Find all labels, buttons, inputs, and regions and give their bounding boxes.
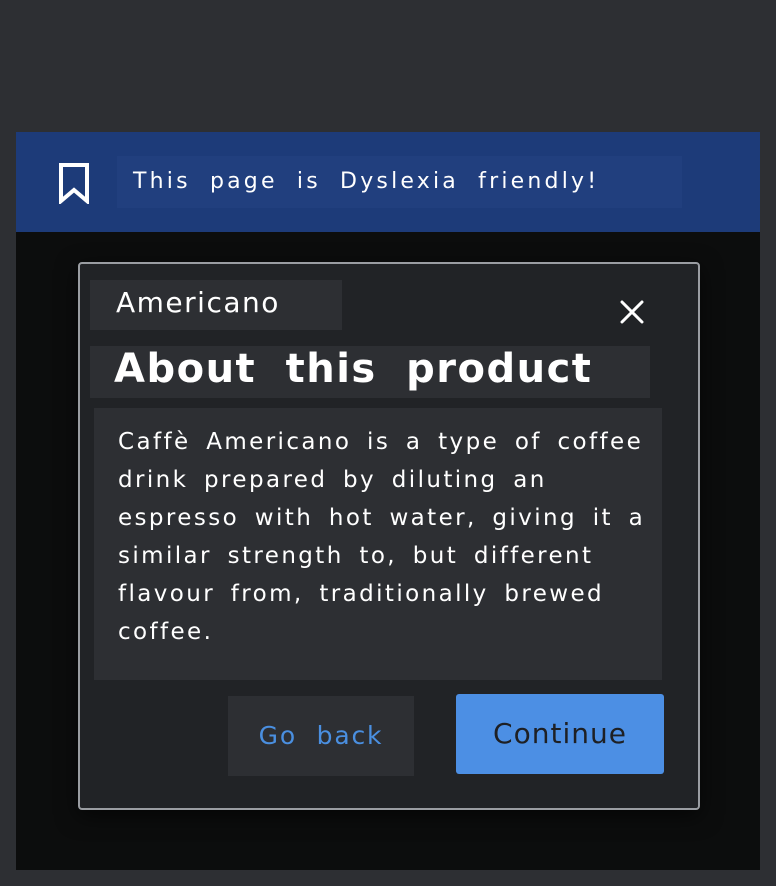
go-back-button[interactable]: Go back [228,696,414,776]
banner-message: This page is Dyslexia friendly! [117,156,682,208]
product-dialog: Americano About this product Caffè Ameri… [78,262,700,810]
continue-button[interactable]: Continue [456,694,664,774]
dialog-title: About this product [90,346,650,398]
bookmark-icon[interactable] [56,162,92,204]
page-frame: This page is Dyslexia friendly! American… [16,132,760,870]
dyslexia-banner: This page is Dyslexia friendly! [16,132,760,232]
close-icon[interactable] [620,300,644,324]
product-name: Americano [90,280,342,330]
product-description: Caffè Americano is a type of coffee drin… [94,408,662,680]
